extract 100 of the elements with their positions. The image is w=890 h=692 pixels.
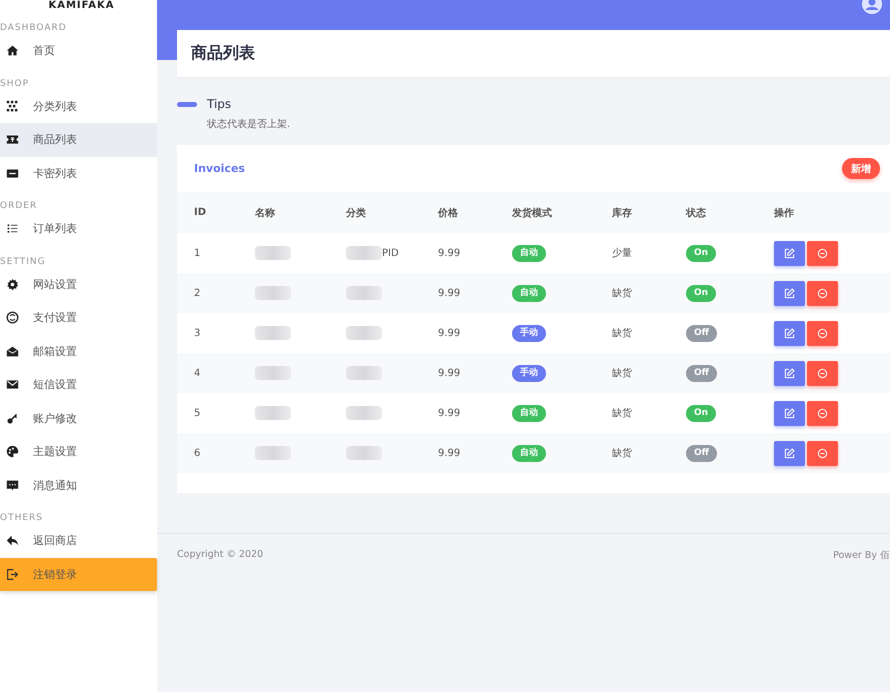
settings-icon [6,278,19,291]
delete-button[interactable] [807,240,838,266]
sidebar-item[interactable]: 网站设置 [0,268,157,301]
page-title: 商品列表 [177,30,890,77]
sidebar-item[interactable]: 短信设置 [0,368,157,402]
table-cell-text: 少量 [612,246,633,260]
section-heading: SHOP [0,78,30,90]
blurred-text [255,366,291,380]
table-cell-text: 9.99 [438,448,462,458]
mode-badge: 手动 [512,324,546,342]
table-cell-text: 9.99 [438,368,462,378]
edit-button[interactable] [774,440,805,466]
house-icon [6,44,19,58]
delete-button[interactable] [807,440,838,466]
edit-icon [784,448,795,458]
column-header: 价格 [438,206,459,220]
blurred-text [255,446,291,460]
table-cell-text: 3 [194,328,202,338]
brand-title: KAMIFAKA [47,0,116,12]
blurred-text [255,286,291,300]
blurred-text [255,326,291,340]
ticket-icon [6,133,19,146]
delete-button[interactable] [807,400,838,426]
edit-button[interactable] [774,360,805,386]
mode-badge: 自动 [512,284,546,302]
column-header: 操作 [774,206,795,220]
minus-circle-icon [817,328,828,338]
logout-button[interactable]: 注销登录 [0,558,157,591]
edit-icon [784,288,795,298]
table-cell-text: 缺货 [612,366,633,380]
message-icon [6,478,19,492]
logout-icon [6,568,19,581]
table-cell-text: 缺货 [612,446,633,460]
key-icon [6,412,19,425]
delete-button[interactable] [807,320,838,346]
edit-icon [784,368,795,378]
table-cell-text: 缺货 [612,406,633,420]
mode-badge: 自动 [512,244,546,262]
edit-button[interactable] [774,320,805,346]
table-cell-text: 1 [194,248,202,258]
sidebar-item[interactable]: 消息通知 [0,468,157,502]
blurred-text [255,406,291,420]
minus-circle-icon [817,288,828,298]
table-cell-text: 9.99 [438,408,462,418]
section-heading: OTHERS [0,512,44,524]
blurred-text [255,246,291,260]
sidebar-item[interactable]: 返回商店 [0,524,157,558]
blurred-text [346,366,382,380]
sidebar-item[interactable]: 账户修改 [0,402,157,435]
sidebar-item[interactable]: 首页 [0,34,157,68]
grid-icon [6,100,19,113]
section-heading: ORDER [0,200,38,212]
column-header: 名称 [255,206,276,220]
envelope-icon [6,378,19,392]
blurred-text [346,286,382,300]
mode-badge: 自动 [512,404,546,422]
edit-button[interactable] [774,400,805,426]
delete-button[interactable] [807,280,838,306]
avatar-icon[interactable] [862,0,882,14]
power-by-text: Power By 佰 [833,549,890,562]
sidebar-item[interactable]: 主题设置 [0,435,157,468]
edit-icon [784,408,795,418]
card-icon [6,166,19,180]
table-cell: PID [382,248,399,258]
card-title: Invoices [194,162,245,175]
mode-badge: 自动 [512,444,546,462]
reply-arrow-icon [6,534,19,548]
copyright-text: Copyright © 2020 [177,549,264,562]
list-icon [6,222,19,236]
sidebar-item[interactable]: 订单列表 [0,212,157,246]
sidebar-item[interactable]: 商品列表 [0,123,157,156]
blurred-text [346,246,382,260]
column-header: 状态 [686,206,707,220]
edit-button[interactable] [774,280,805,306]
table-cell-text: 5 [194,408,202,418]
column-header: 发货模式 [512,206,553,220]
palette-icon [6,445,19,458]
envelope-icon [6,344,19,358]
sidebar-item[interactable]: 支付设置 [0,301,157,334]
table-cell-text: 缺货 [612,286,633,300]
sidebar-item[interactable]: 卡密列表 [0,156,157,190]
column-header: ID [194,207,208,218]
sidebar-item[interactable]: 邮箱设置 [0,334,157,368]
column-header: 分类 [346,206,367,220]
table-cell-text: 9.99 [438,248,462,258]
table-cell-text: 4 [194,368,202,378]
table-cell-text: 6 [194,448,202,458]
minus-circle-icon [817,248,828,258]
blurred-text [346,326,382,340]
edit-icon [784,328,795,338]
column-header: 库存 [612,206,633,220]
table-cell-text: 9.99 [438,328,462,338]
table-cell-text: 2 [194,288,202,298]
blurred-text [346,446,382,460]
edit-button[interactable] [774,240,805,266]
section-heading: DASHBOARD [0,22,68,34]
section-heading: SETTING [0,256,47,268]
delete-button[interactable] [807,360,838,386]
sidebar-item[interactable]: 分类列表 [0,90,157,123]
tips-text: 状态代表是否上架. [207,118,292,131]
